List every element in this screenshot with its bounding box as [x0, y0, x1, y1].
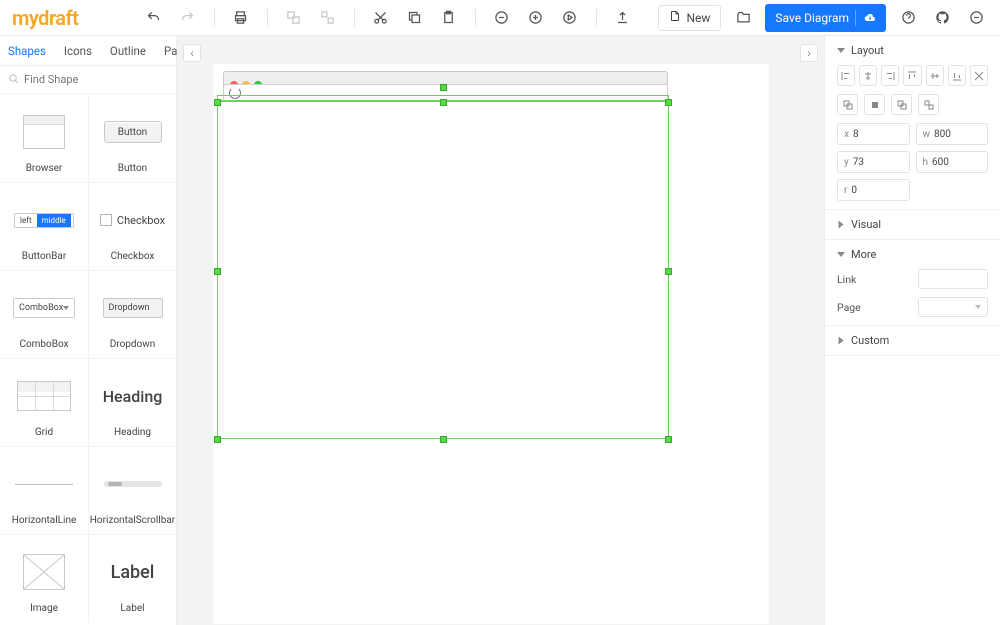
logo: mydraft — [12, 6, 78, 30]
new-button[interactable]: New — [658, 5, 721, 31]
settings-button[interactable] — [964, 6, 988, 30]
align-right-button[interactable] — [881, 65, 899, 86]
zoom-in-button[interactable] — [524, 6, 548, 30]
resize-handle-nw[interactable] — [214, 99, 221, 106]
section-custom: Custom — [825, 326, 1000, 356]
help-button[interactable] — [896, 6, 920, 30]
resize-handle-ne[interactable] — [665, 99, 672, 106]
page-label: Page — [837, 301, 861, 314]
left-tabs: Shapes Icons Outline Page ⋯ — [0, 36, 176, 66]
h-input-wrap: h — [916, 151, 989, 173]
distribute-button[interactable] — [970, 65, 988, 86]
github-button[interactable] — [930, 6, 954, 30]
r-input-wrap: r — [837, 179, 910, 201]
shape-grid[interactable]: Grid — [0, 359, 88, 446]
shape-checkbox[interactable]: CheckboxCheckbox — [88, 183, 176, 270]
resize-handle-se[interactable] — [665, 436, 672, 443]
zoom-out-button[interactable] — [490, 6, 514, 30]
canvas[interactable]: ‹ › — [177, 36, 824, 625]
preview-button[interactable] — [558, 6, 582, 30]
selection-outline[interactable] — [217, 101, 669, 439]
cut-button[interactable] — [369, 6, 393, 30]
section-more-header[interactable]: More — [837, 248, 988, 261]
align-top-button[interactable] — [903, 65, 921, 86]
shape-browser[interactable]: Browser — [0, 94, 88, 182]
align-center-h-button[interactable] — [859, 65, 877, 86]
bring-forward-button[interactable] — [864, 94, 885, 115]
group-button[interactable] — [282, 6, 306, 30]
topbar: mydraft New Save Diagram — [0, 0, 1000, 36]
undo-button[interactable] — [142, 6, 166, 30]
section-visual: Visual — [825, 210, 1000, 240]
open-button[interactable] — [731, 6, 755, 30]
search-icon — [8, 73, 19, 87]
collapse-right-panel-button[interactable]: › — [800, 44, 818, 62]
x-input[interactable] — [853, 129, 903, 140]
ungroup-button[interactable] — [316, 6, 340, 30]
shape-search[interactable] — [0, 66, 176, 94]
page-surface[interactable] — [213, 64, 769, 624]
w-input-wrap: w — [916, 123, 989, 145]
shape-dropdown[interactable]: DropdownDropdown — [88, 271, 176, 358]
shape-label[interactable]: LabelLabel — [88, 535, 176, 622]
section-more: More Link Page — [825, 240, 1000, 326]
x-input-wrap: x — [837, 123, 910, 145]
print-button[interactable] — [229, 6, 253, 30]
link-input[interactable] — [918, 269, 988, 289]
tab-icons[interactable]: Icons — [64, 44, 92, 58]
tab-outline[interactable]: Outline — [110, 44, 146, 58]
shape-image[interactable]: Image — [0, 535, 88, 622]
y-input[interactable] — [853, 157, 903, 168]
left-panel: Shapes Icons Outline Page ⋯ Browser Butt… — [0, 36, 177, 625]
align-center-v-button[interactable] — [926, 65, 944, 86]
right-panel: Layout x w y h r — [824, 36, 1000, 625]
link-label: Link — [837, 273, 856, 286]
shapes-grid: Browser ButtonButton leftmiddlerightButt… — [0, 94, 176, 625]
section-visual-header[interactable]: Visual — [837, 218, 988, 231]
save-label: Save Diagram — [775, 11, 849, 25]
redo-button[interactable] — [176, 6, 200, 30]
send-back-button[interactable] — [918, 94, 939, 115]
cloud-download-icon — [855, 10, 876, 26]
resize-handle-n2[interactable] — [440, 99, 447, 106]
section-layout-header[interactable]: Layout — [837, 44, 988, 57]
y-input-wrap: y — [837, 151, 910, 173]
shape-buttonbar[interactable]: leftmiddlerightButtonBar — [0, 183, 88, 270]
paste-button[interactable] — [437, 6, 461, 30]
resize-handle-n[interactable] — [440, 84, 447, 91]
file-icon — [669, 10, 681, 25]
w-input[interactable] — [934, 129, 981, 140]
page-select[interactable] — [918, 297, 988, 317]
bring-front-button[interactable] — [837, 94, 858, 115]
shape-heading[interactable]: HeadingHeading — [88, 359, 176, 446]
resize-handle-s[interactable] — [440, 436, 447, 443]
export-button[interactable] — [611, 6, 635, 30]
align-bottom-button[interactable] — [948, 65, 966, 86]
section-layout: Layout x w y h r — [825, 36, 1000, 210]
shape-hline[interactable]: HorizontalLine — [0, 447, 88, 534]
resize-handle-w[interactable] — [214, 268, 221, 275]
align-left-button[interactable] — [837, 65, 855, 86]
collapse-left-panel-button[interactable]: ‹ — [183, 44, 201, 62]
save-button[interactable]: Save Diagram — [765, 4, 886, 32]
r-input[interactable] — [851, 185, 902, 196]
resize-handle-sw[interactable] — [214, 436, 221, 443]
shape-search-input[interactable] — [24, 73, 168, 86]
resize-handle-e[interactable] — [665, 268, 672, 275]
send-backward-button[interactable] — [891, 94, 912, 115]
section-custom-header[interactable]: Custom — [837, 334, 988, 347]
new-label: New — [686, 11, 710, 25]
tab-shapes[interactable]: Shapes — [8, 44, 46, 58]
shape-button[interactable]: ButtonButton — [88, 94, 176, 182]
shape-combobox[interactable]: ComboBoxComboBox — [0, 271, 88, 358]
h-input[interactable] — [932, 157, 981, 168]
copy-button[interactable] — [403, 6, 427, 30]
shape-hscrollbar[interactable]: HorizontalScrollbar — [88, 447, 176, 534]
